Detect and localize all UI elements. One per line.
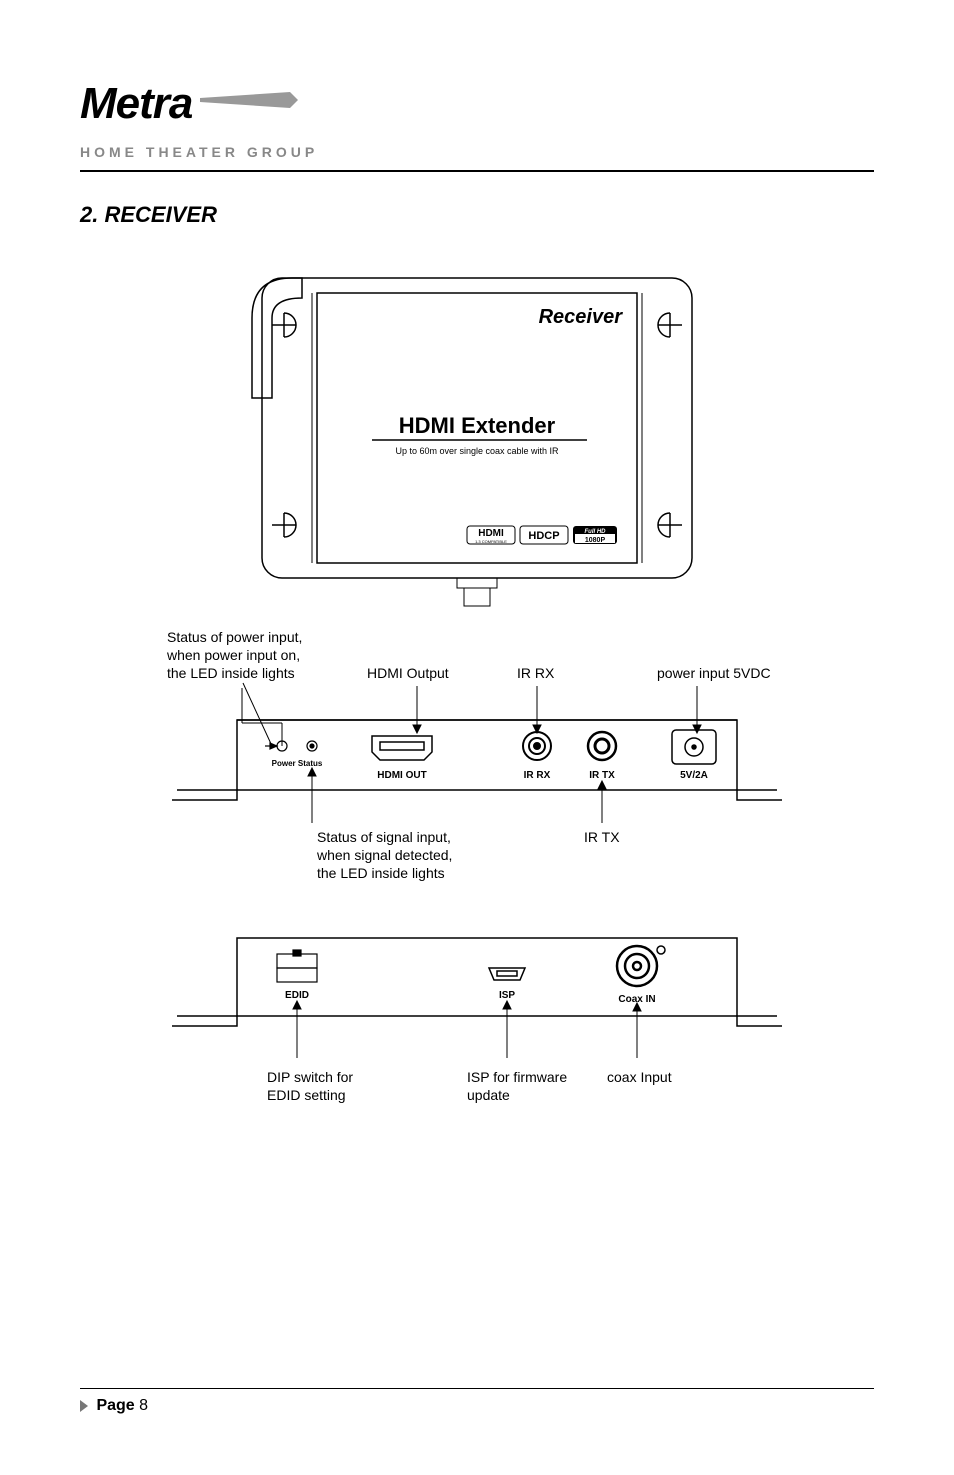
svg-text:1080P: 1080P bbox=[585, 537, 606, 544]
callout-dip-switch: DIP switch forEDID setting bbox=[267, 1068, 353, 1104]
svg-text:HDCP: HDCP bbox=[528, 530, 559, 542]
section-heading: RECEIVER bbox=[104, 202, 216, 227]
header-divider bbox=[80, 170, 874, 172]
brand-subtitle: HOME THEATER GROUP bbox=[80, 144, 874, 160]
page-label: Page bbox=[96, 1397, 134, 1414]
device-tagline: Up to 60m over single coax cable with IR bbox=[395, 446, 559, 456]
device-product-name: HDMI Extender bbox=[399, 413, 556, 438]
brand-logo: Metra HOME THEATER GROUP bbox=[80, 80, 874, 160]
footer-arrow-icon bbox=[80, 1400, 88, 1412]
svg-text:Full HD: Full HD bbox=[585, 529, 607, 535]
svg-text:ISP: ISP bbox=[499, 990, 515, 1001]
callout-ir-tx: IR TX bbox=[584, 828, 620, 846]
svg-text:Metra: Metra bbox=[80, 80, 193, 128]
svg-text:IR TX: IR TX bbox=[589, 770, 615, 781]
page-footer: Page 8 bbox=[80, 1388, 874, 1415]
device-top-diagram: Receiver HDMI Extender Up to 60m over si… bbox=[242, 268, 712, 588]
svg-text:1.3 COMPATIBLE: 1.3 COMPATIBLE bbox=[475, 539, 507, 544]
callout-coax-input: coax Input bbox=[607, 1068, 672, 1086]
back-ports-diagram: EDID ISP Coax IN bbox=[117, 928, 837, 1128]
svg-text:HDMI OUT: HDMI OUT bbox=[377, 770, 426, 781]
section-title: 2. RECEIVER bbox=[80, 202, 874, 228]
svg-text:HDMI: HDMI bbox=[478, 528, 504, 539]
svg-text:EDID: EDID bbox=[285, 990, 309, 1001]
brand-name: Metra bbox=[80, 80, 300, 140]
svg-text:Power Status: Power Status bbox=[272, 759, 323, 768]
svg-text:IR RX: IR RX bbox=[524, 770, 551, 781]
svg-text:5V/2A: 5V/2A bbox=[680, 770, 708, 781]
page-number: 8 bbox=[139, 1397, 148, 1414]
front-ports-diagram: Status of power input,when power input o… bbox=[117, 628, 837, 868]
section-number: 2. bbox=[80, 202, 98, 227]
callout-isp: ISP for firmwareupdate bbox=[467, 1068, 567, 1104]
callout-signal-status: Status of signal input,when signal detec… bbox=[317, 828, 452, 883]
device-receiver-label: Receiver bbox=[539, 306, 624, 328]
